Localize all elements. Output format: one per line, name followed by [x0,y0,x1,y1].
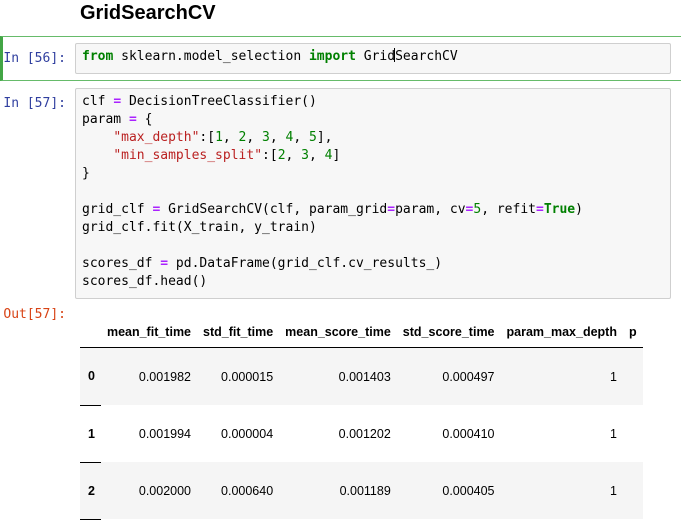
code-token: clf [82,94,114,109]
code-token: pd.DataFrame(grid_clf.cv_results_) [168,256,443,271]
code-token: 5 [309,130,317,145]
table-cell: 0.000640 [197,462,280,519]
table-cell: 0.001202 [279,405,397,462]
code-token: :[ [199,130,216,145]
code-token: 2 [277,148,286,163]
code-token: True [543,202,576,217]
code-token: param, cv [395,202,466,217]
code-line[interactable] [82,237,664,255]
code-line[interactable]: grid_clf.fit(X_train, y_train) [82,219,664,237]
code-token: = [128,112,137,127]
column-header-truncated: p [622,317,643,348]
code-token: { [136,112,153,127]
table-cell: 0.000497 [396,347,501,405]
cell-57-input[interactable]: clf = DecisionTreeClassifier() param = { … [75,88,671,299]
column-header: mean_fit_time [100,317,198,348]
dataframe-table: mean_fit_time std_fit_time mean_score_ti… [80,317,643,520]
cell-56-prompt: In [56]: [3,51,66,66]
column-header: param_max_depth [500,317,623,348]
cell-57-code[interactable]: clf = DecisionTreeClassifier() param = { … [76,89,670,295]
table-header-row: mean_fit_time std_fit_time mean_score_ti… [80,317,643,348]
column-header: mean_score_time [279,317,397,348]
index-header [80,317,101,348]
code-token: DecisionTreeClassifier() [121,94,317,109]
column-header: std_fit_time [197,317,280,348]
code-token: , [246,130,263,145]
table-cell: 1 [500,405,623,462]
code-token: , [269,130,286,145]
code-token: scores_df [82,256,161,271]
table-cell: 0.001189 [279,462,397,519]
table-cell: 0.000015 [197,347,280,405]
table-cell-truncated [622,462,643,519]
code-line[interactable]: } [82,165,664,183]
table-cell: 1 [500,347,623,405]
code-token: :[ [262,148,278,163]
code-token: 3 [262,130,270,145]
code-token: "max_depth" [113,130,200,145]
table-row: 1 0.001994 0.000004 0.001202 0.000410 1 [80,405,643,463]
cell-57-prompt: In [57]: [3,96,66,111]
code-token: ) [575,202,583,217]
column-header: std_score_time [396,317,501,348]
cell-56-code[interactable]: from sklearn.model_selection import Grid… [76,44,670,70]
code-token: param [82,112,129,127]
code-token: , [309,148,325,163]
code-token: Grid [355,49,396,64]
table-cell: 0.000405 [396,462,501,519]
row-index: 0 [80,347,101,406]
code-token: scores_df.head() [82,274,208,289]
code-token: grid_clf [82,202,153,217]
table-cell: 0.001982 [100,347,198,405]
code-line[interactable]: scores_df = pd.DataFrame(grid_clf.cv_res… [82,255,664,273]
section-heading: GridSearchCV [80,2,216,24]
code-token: ], [316,130,333,145]
cell-56-input[interactable]: from sklearn.model_selection import Grid… [75,43,671,74]
code-token: = [160,256,169,271]
code-token: , refit [481,202,536,217]
code-line[interactable]: grid_clf = GridSearchCV(clf, param_grid=… [82,201,664,219]
table-cell: 1 [500,462,623,519]
code-token: , [285,148,302,163]
code-token: import [308,49,356,64]
code-line[interactable]: scores_df.head() [82,273,664,291]
code-line[interactable]: "max_depth":[1, 2, 3, 4, 5], [82,129,664,147]
table-row: 2 0.002000 0.000640 0.001189 0.000405 1 [80,462,643,520]
code-token: = [536,202,544,217]
code-token: from [82,49,114,64]
code-line[interactable]: from sklearn.model_selection import Grid… [82,48,664,66]
row-index: 2 [80,462,101,520]
table-cell: 0.000004 [197,405,280,462]
code-token: grid_clf.fit(X_train, y_train) [82,220,317,235]
code-token: } [82,166,90,181]
code-token: = [387,202,396,217]
table-row: 0 0.001982 0.000015 0.001403 0.000497 1 [80,347,643,406]
code-token: sklearn.model_selection [113,49,309,64]
code-token: GridSearchCV(clf, param_grid [160,202,388,217]
code-token: = [113,94,122,109]
code-token: SearchCV [395,49,458,64]
row-index: 1 [80,405,101,463]
code-token: , [222,130,239,145]
table-cell: 0.001994 [100,405,198,462]
code-line[interactable]: param = { [82,111,664,129]
code-token: 3 [301,148,309,163]
table-cell: 0.000410 [396,405,501,462]
code-token: "min_samples_split" [113,148,263,163]
table-cell: 0.001403 [279,347,397,405]
table-cell: 0.002000 [100,462,198,519]
code-line[interactable] [82,183,664,201]
code-token: ] [332,148,341,163]
table-cell-truncated [622,405,643,462]
code-line[interactable]: "min_samples_split":[2, 3, 4] [82,147,664,165]
table-cell-truncated [622,347,643,405]
code-token: , [293,130,309,145]
code-token: 1 [215,130,223,145]
code-line[interactable]: clf = DecisionTreeClassifier() [82,93,664,111]
cell-57-output-prompt: Out[57]: [3,307,66,322]
